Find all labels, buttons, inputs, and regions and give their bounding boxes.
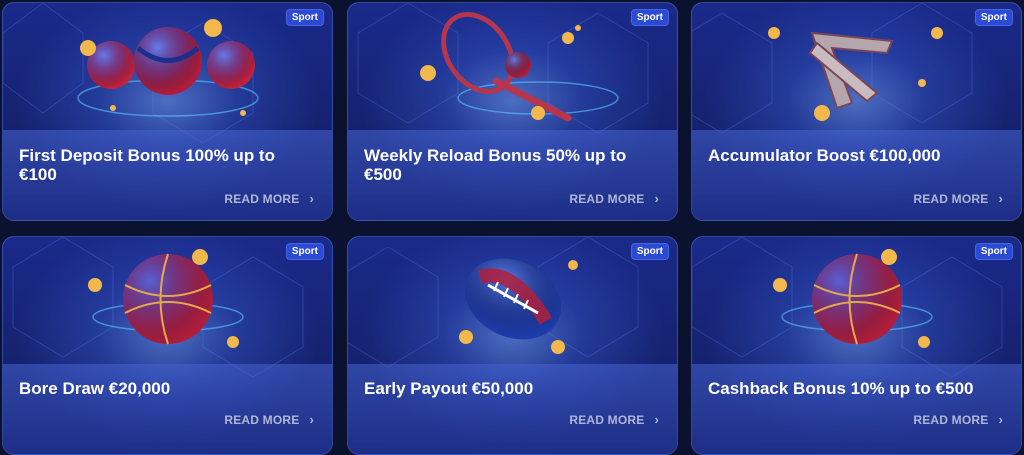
promo-card[interactable]: Sport Cashback Bonus 10% up to €500 READ… [691,236,1022,455]
promo-title: Weekly Reload Bonus 50% up to €500 [364,146,627,184]
arrow-icon [768,27,943,121]
chevron-right-icon: › [309,412,314,427]
read-more-label: READ MORE [913,191,989,206]
tennis-racket-icon [420,12,619,122]
chevron-right-icon: › [998,412,1003,427]
sport-badge: Sport [630,9,669,26]
basketball-icon [88,249,244,348]
card-footer [3,364,332,454]
promo-title: Accumulator Boost €100,000 [708,146,941,165]
chevron-right-icon: › [654,191,659,206]
card-footer [692,130,1021,220]
card-footer [692,364,1021,454]
card-footer [348,364,677,454]
chevron-right-icon: › [309,191,314,206]
promo-card[interactable]: Sport Weekly Reload Bonus 50% up to €500… [347,2,678,221]
sport-badge: Sport [974,243,1013,260]
read-more-label: READ MORE [913,412,989,427]
promo-title: Early Payout €50,000 [364,379,534,398]
promo-title: Cashback Bonus 10% up to €500 [708,379,974,398]
promo-card[interactable]: Sport Bore Draw €20,000 READ MORE › [2,236,333,455]
promo-title: Bore Draw €20,000 [19,379,171,398]
sport-badge: Sport [285,243,324,260]
read-more-link[interactable]: READ MORE › [913,412,1003,427]
basketball-icon [773,249,933,348]
sport-badge: Sport [285,9,324,26]
read-more-label: READ MORE [224,191,300,206]
tennis-balls-icon [77,19,259,117]
read-more-link[interactable]: READ MORE › [569,191,659,206]
read-more-label: READ MORE [224,412,300,427]
read-more-label: READ MORE [569,412,645,427]
read-more-link[interactable]: READ MORE › [913,191,1003,206]
american-football-icon [459,258,578,354]
promo-card[interactable]: Sport First Deposit Bonus 100% up to €10… [2,2,333,221]
promo-title: First Deposit Bonus 100% up to €100 [19,146,275,184]
promotions-grid: Sport First Deposit Bonus 100% up to €10… [0,0,1024,455]
chevron-right-icon: › [998,191,1003,206]
read-more-label: READ MORE [569,191,645,206]
sport-badge: Sport [630,243,669,260]
sport-badge: Sport [974,9,1013,26]
read-more-link[interactable]: READ MORE › [569,412,659,427]
read-more-link[interactable]: READ MORE › [224,412,314,427]
chevron-right-icon: › [654,412,659,427]
promo-card[interactable]: Sport Accumulator Boost €100,000 READ MO… [691,2,1022,221]
promo-card[interactable]: Sport Early Payout €50,000 READ MORE › [347,236,678,455]
read-more-link[interactable]: READ MORE › [224,191,314,206]
